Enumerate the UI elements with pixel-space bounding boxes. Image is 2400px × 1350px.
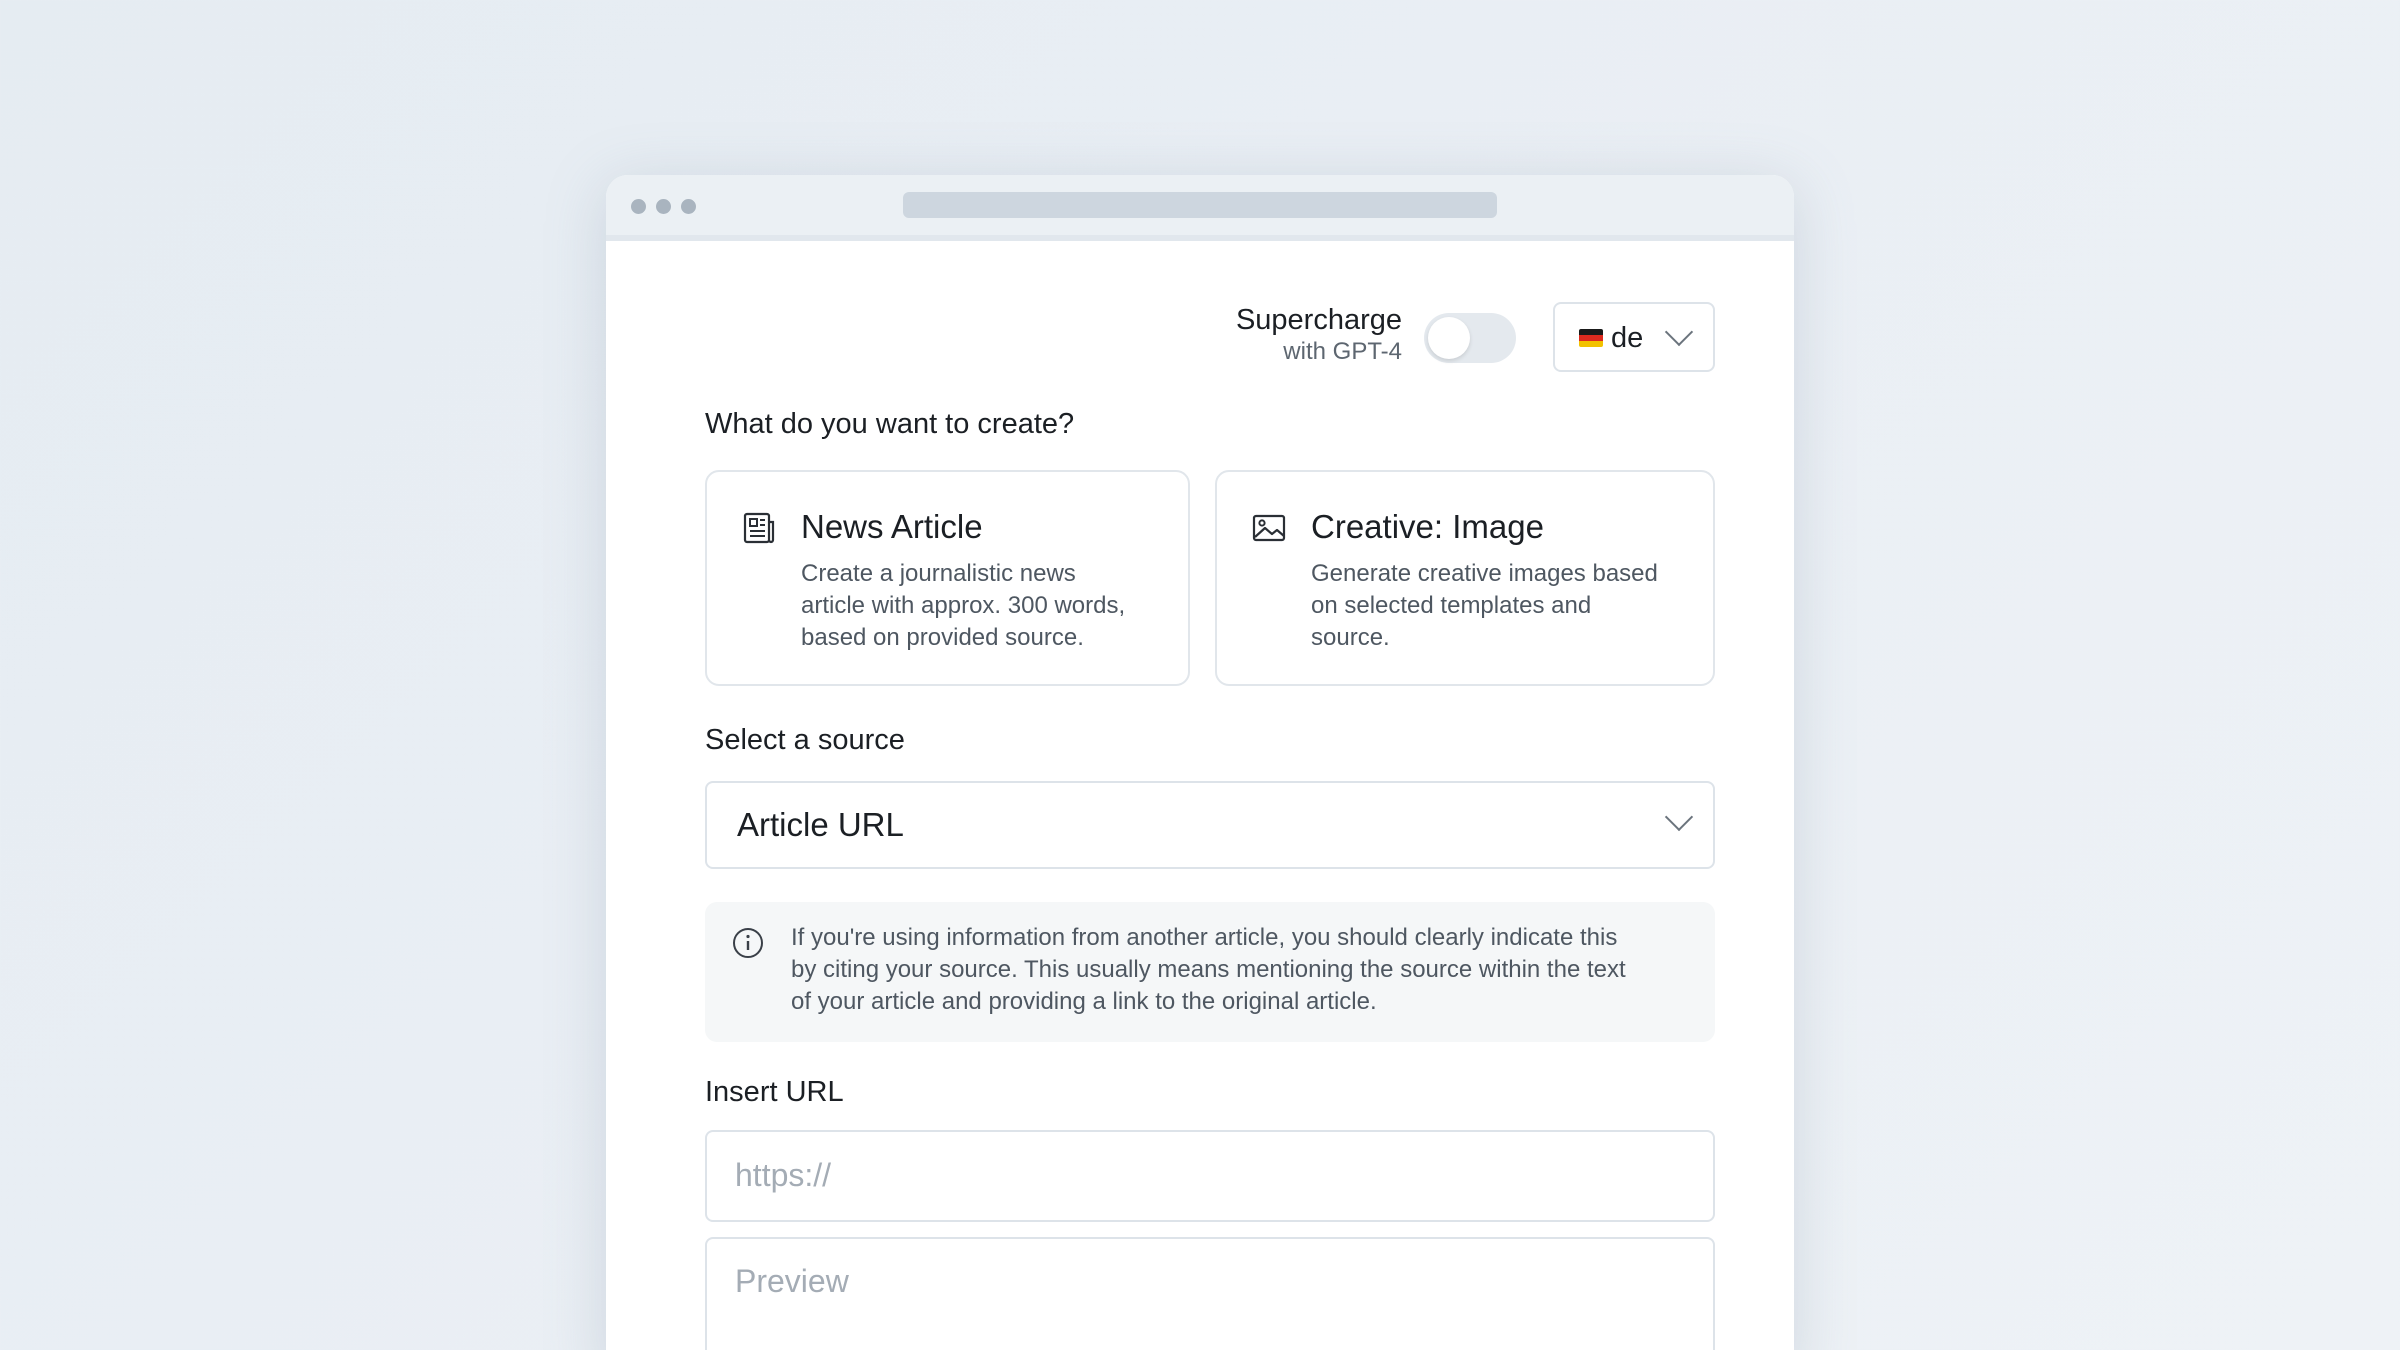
option-description: Generate creative images based on select… xyxy=(1311,558,1658,654)
description-line: article with approx. 300 words, xyxy=(801,592,1126,619)
browser-titlebar xyxy=(606,175,1794,241)
option-description: Create a journalistic news article with … xyxy=(801,558,1125,654)
description-line: based on provided source. xyxy=(801,624,1084,651)
description-line: Create a journalistic news xyxy=(801,560,1076,587)
supercharge-subtitle: with GPT-4 xyxy=(1283,338,1402,365)
address-bar[interactable] xyxy=(903,192,1497,218)
info-line: If you're using information from another… xyxy=(791,924,1618,951)
info-callout: If you're using information from another… xyxy=(705,902,1715,1042)
info-line: of your article and providing a link to … xyxy=(791,988,1377,1015)
source-selected-value: Article URL xyxy=(737,806,904,843)
info-icon xyxy=(733,928,763,958)
chevron-down-icon xyxy=(1664,317,1694,347)
preview-field[interactable]: Preview xyxy=(705,1237,1715,1350)
language-select[interactable]: de xyxy=(1553,302,1715,372)
option-card-creative-image[interactable]: Creative: Image Generate creative images… xyxy=(1215,470,1715,686)
option-card-news-article[interactable]: News Article Create a journalistic news … xyxy=(705,470,1190,686)
source-select[interactable]: Article URL xyxy=(705,781,1715,869)
supercharge-label-group: Supercharge with GPT-4 xyxy=(1100,303,1402,367)
window-dot xyxy=(631,199,646,214)
url-placeholder: https:// xyxy=(735,1157,832,1193)
info-text: If you're using information from another… xyxy=(791,922,1681,1018)
preview-placeholder: Preview xyxy=(735,1263,849,1299)
newspaper-icon xyxy=(743,512,775,544)
image-icon xyxy=(1252,514,1286,542)
description-line: Generate creative images based xyxy=(1311,560,1658,587)
source-heading: Select a source xyxy=(705,724,905,756)
option-title: Creative: Image xyxy=(1311,508,1544,545)
toggle-knob xyxy=(1428,317,1470,359)
create-heading: What do you want to create? xyxy=(705,408,1075,440)
option-title: News Article xyxy=(801,508,983,545)
chevron-down-icon xyxy=(1664,802,1694,832)
window-dot xyxy=(681,199,696,214)
description-line: source. xyxy=(1311,624,1390,651)
window-dot xyxy=(656,199,671,214)
supercharge-toggle[interactable] xyxy=(1424,313,1516,363)
german-flag-icon xyxy=(1579,329,1603,347)
supercharge-title: Supercharge xyxy=(1235,304,1402,336)
info-line: by citing your source. This usually mean… xyxy=(791,956,1626,983)
url-heading: Insert URL xyxy=(705,1076,844,1108)
url-input[interactable]: https:// xyxy=(705,1130,1715,1222)
language-label: de xyxy=(1611,322,1644,354)
description-line: on selected templates and xyxy=(1311,592,1592,619)
